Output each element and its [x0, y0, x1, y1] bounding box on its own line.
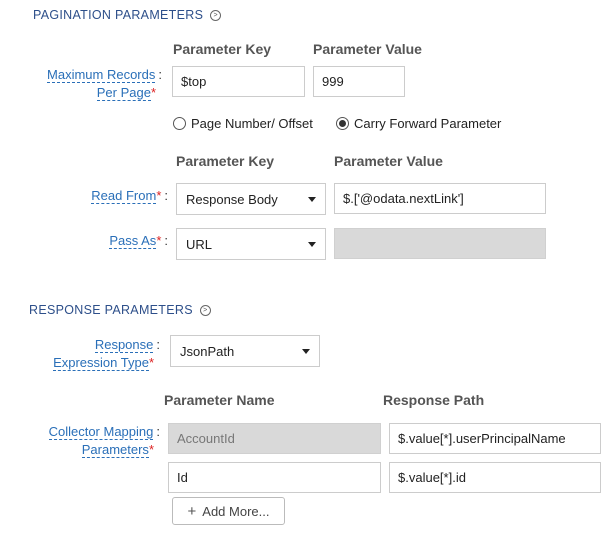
chevron-down-icon	[308, 241, 316, 247]
pass-as-select[interactable]: URL	[176, 228, 326, 260]
max-records-value-input[interactable]: 999	[313, 66, 405, 97]
add-more-label: Add More...	[202, 503, 270, 519]
add-more-button[interactable]: + Add More...	[172, 497, 285, 525]
expression-type-value: JsonPath	[180, 343, 235, 359]
chevron-down-icon	[302, 348, 310, 354]
collector-row-1-path: $.value[*].userPrincipalName	[398, 431, 566, 446]
max-records-label-line2: Per Page	[96, 85, 151, 101]
chevron-down-icon	[308, 196, 316, 202]
collector-row-1-name: AccountId	[177, 431, 235, 446]
radio-page-number-circle[interactable]	[173, 117, 186, 130]
max-records-label-line1: Maximum Records	[47, 67, 156, 83]
collector-row-1-name-input: AccountId	[168, 423, 381, 454]
column-header-parameter-key-2: Parameter Key	[176, 153, 275, 169]
read-from-select-value: Response Body	[186, 191, 278, 207]
column-header-parameter-name: Parameter Name	[164, 392, 275, 408]
pass-as-label-text: Pass As	[109, 233, 157, 249]
read-from-value-input[interactable]: $.['@odata.nextLink']	[334, 183, 546, 214]
max-records-value-text: 999	[322, 74, 344, 89]
read-from-label: Read From*:	[91, 188, 168, 204]
radio-page-number-offset[interactable]: Page Number/ Offset	[173, 116, 313, 131]
collector-row-1-path-input[interactable]: $.value[*].userPrincipalName	[389, 423, 601, 454]
max-records-key-value: $top	[181, 74, 207, 89]
read-from-value-text: $.['@odata.nextLink']	[343, 191, 464, 206]
radio-carry-forward-label: Carry Forward Parameter	[354, 116, 502, 131]
collector-label-line2: Parameters	[81, 442, 149, 458]
info-icon[interactable]: >	[210, 9, 222, 21]
collector-row-2-path: $.value[*].id	[398, 470, 466, 485]
read-from-select[interactable]: Response Body	[176, 183, 326, 215]
collector-label-line1: Collector Mapping	[48, 424, 154, 440]
column-header-parameter-key: Parameter Key	[173, 41, 272, 57]
expression-type-select[interactable]: JsonPath	[170, 335, 320, 367]
max-records-label: Maximum Records: Per Page*	[47, 67, 162, 101]
radio-carry-forward-circle[interactable]	[336, 117, 349, 130]
plus-icon: +	[187, 502, 197, 520]
radio-carry-forward[interactable]: Carry Forward Parameter	[336, 116, 501, 131]
pass-as-label: Pass As*:	[109, 233, 168, 249]
pagination-section-title: PAGINATION PARAMETERS >	[33, 8, 222, 22]
column-header-response-path: Response Path	[383, 392, 485, 408]
column-header-parameter-value: Parameter Value	[313, 41, 422, 57]
collector-row-2-name-input[interactable]: Id	[168, 462, 381, 493]
radio-page-number-label: Page Number/ Offset	[191, 116, 313, 131]
response-section-title: RESPONSE PARAMETERS >	[29, 303, 211, 317]
collector-mapping-label: Collector Mapping: Parameters*	[48, 424, 160, 458]
collector-row-2-name: Id	[177, 470, 188, 485]
pagination-title-text: PAGINATION PARAMETERS	[33, 8, 204, 22]
max-records-key-input[interactable]: $top	[172, 66, 305, 97]
response-expression-type-label: Response: Expression Type*	[53, 337, 160, 371]
pass-as-value-input	[334, 228, 546, 259]
read-from-label-text: Read From	[91, 188, 157, 204]
response-title-text: RESPONSE PARAMETERS	[29, 303, 193, 317]
expr-label-line2: Expression Type	[53, 355, 149, 371]
collector-row-2-path-input[interactable]: $.value[*].id	[389, 462, 601, 493]
expr-label-line1: Response	[94, 337, 154, 353]
pass-as-select-value: URL	[186, 236, 213, 252]
info-icon[interactable]: >	[199, 304, 211, 316]
column-header-parameter-value-2: Parameter Value	[334, 153, 443, 169]
